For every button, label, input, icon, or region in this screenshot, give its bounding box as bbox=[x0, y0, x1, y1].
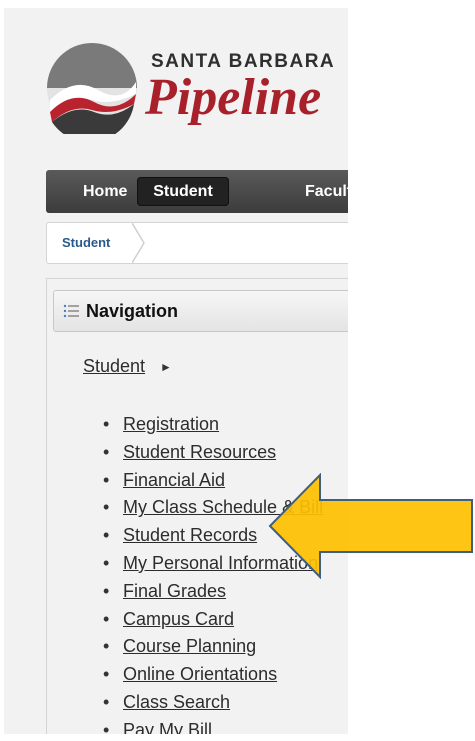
nav-link-campus-card[interactable]: Campus Card bbox=[123, 609, 234, 629]
list-item: • Online Orientations bbox=[103, 661, 323, 689]
nav-link-final-grades[interactable]: Final Grades bbox=[123, 581, 226, 601]
list-item: • Course Planning bbox=[103, 633, 323, 661]
navigation-header: Navigation bbox=[53, 290, 348, 332]
nav-link-online-orientations[interactable]: Online Orientations bbox=[123, 664, 277, 684]
nav-link-pay-my-bill[interactable]: Pay My Bill bbox=[123, 720, 212, 734]
tab-home[interactable]: Home bbox=[83, 170, 127, 213]
list-item: • Registration bbox=[103, 411, 323, 439]
bullet-icon: • bbox=[103, 608, 110, 629]
bullet-icon: • bbox=[103, 497, 110, 518]
bullet-icon: • bbox=[103, 414, 110, 434]
pipeline-logo-icon bbox=[47, 43, 137, 134]
bullet-icon: • bbox=[103, 441, 110, 462]
nav-link-financial-aid[interactable]: Financial Aid bbox=[123, 470, 225, 490]
breadcrumb: Student bbox=[46, 222, 348, 264]
bullet-icon: • bbox=[103, 636, 110, 657]
nav-link-course-planning[interactable]: Course Planning bbox=[123, 636, 256, 656]
top-navigation-bar: Home Student Faculty bbox=[46, 170, 348, 213]
list-icon bbox=[63, 304, 79, 318]
list-item: • Final Grades bbox=[103, 578, 323, 606]
nav-link-student-records[interactable]: Student Records bbox=[123, 525, 257, 545]
bullet-icon: • bbox=[103, 719, 110, 734]
bullet-icon: • bbox=[103, 664, 110, 685]
tab-student[interactable]: Student bbox=[137, 177, 229, 206]
brand-title: Pipeline bbox=[145, 69, 322, 126]
list-item: • Campus Card bbox=[103, 606, 323, 634]
expand-arrow-icon[interactable]: ► bbox=[160, 360, 172, 374]
sidebar-panel: SANTA BARBARA Pipeline Home Student Facu… bbox=[4, 8, 348, 734]
callout-arrow-icon bbox=[268, 473, 473, 579]
list-item: • Student Resources bbox=[103, 439, 323, 467]
breadcrumb-item-student[interactable]: Student bbox=[62, 223, 110, 263]
nav-link-registration[interactable]: Registration bbox=[123, 414, 219, 434]
bullet-icon: • bbox=[103, 691, 110, 712]
bullet-icon: • bbox=[103, 525, 110, 546]
bullet-icon: • bbox=[103, 580, 110, 601]
student-section-link[interactable]: Student bbox=[83, 356, 145, 377]
breadcrumb-separator-icon bbox=[132, 223, 145, 263]
bullet-icon: • bbox=[103, 469, 110, 490]
tab-faculty[interactable]: Faculty bbox=[305, 170, 348, 213]
nav-link-class-search[interactable]: Class Search bbox=[123, 692, 230, 712]
list-item: • Pay My Bill bbox=[103, 717, 323, 734]
nav-link-student-resources[interactable]: Student Resources bbox=[123, 442, 276, 462]
navigation-title: Navigation bbox=[86, 301, 179, 321]
list-item: • Class Search bbox=[103, 689, 323, 717]
bullet-icon: • bbox=[103, 552, 110, 573]
